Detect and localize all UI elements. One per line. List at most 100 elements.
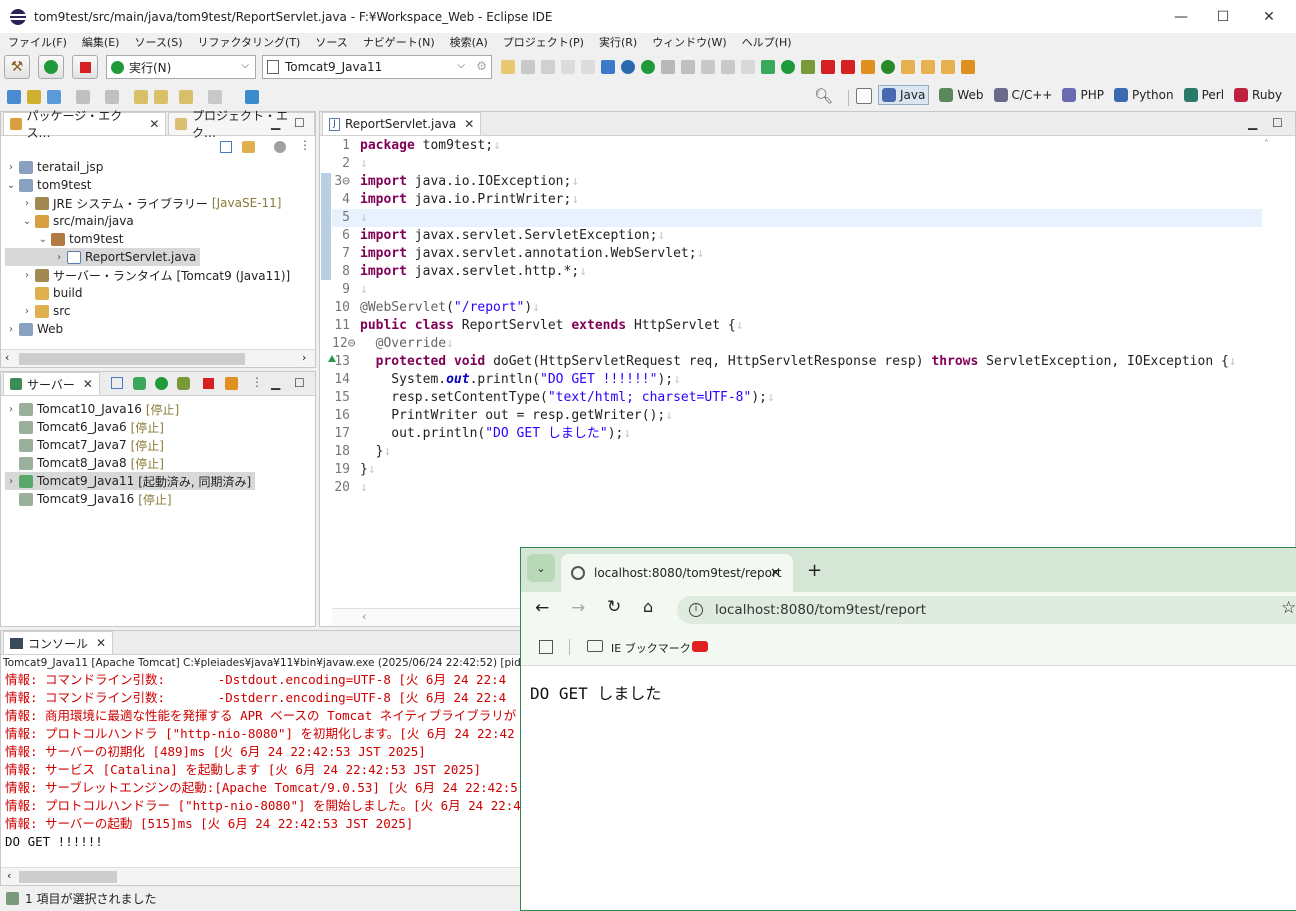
apps-grid-icon[interactable]: [539, 640, 553, 654]
back-icon[interactable]: [179, 89, 193, 104]
tab-package-explorer[interactable]: パッケージ・エクス… ✕: [3, 109, 167, 140]
chevron-icon[interactable]: ›: [5, 404, 17, 415]
tree-node[interactable]: ⌄ tom9test: [5, 176, 315, 194]
menu-item[interactable]: ナビゲート(N): [363, 34, 435, 50]
minimize-view-icon[interactable]: ▁: [271, 116, 280, 130]
menu-item[interactable]: 編集(E): [82, 34, 120, 50]
view-menu-icon[interactable]: ⋮: [299, 138, 311, 152]
chevron-icon[interactable]: ›: [53, 252, 65, 263]
chevron-icon[interactable]: ⌄: [21, 216, 33, 227]
tree-node[interactable]: › JRE システム・ライブラリー [JavaSE-11]: [5, 194, 315, 212]
toggle-icon[interactable]: [701, 60, 715, 74]
save-icon[interactable]: [521, 60, 535, 74]
scroll-left-icon[interactable]: ‹: [7, 869, 11, 882]
code-editor[interactable]: 1 package tom9test;↓ 2 ↓ 3⊖ import java.io.IO…: [332, 137, 1262, 497]
code-line[interactable]: 12⊖ @Override↓: [332, 335, 1262, 353]
mark-occurrences-icon[interactable]: [681, 60, 695, 74]
code-line[interactable]: 3⊖ import java.io.IOException;↓: [332, 173, 1262, 191]
power-icon[interactable]: [641, 60, 655, 74]
code-line[interactable]: 17 out.println("DO GET しました");↓: [332, 425, 1262, 443]
stop-server-icon[interactable]: [203, 378, 214, 389]
server-item[interactable]: › Tomcat9_Java11 [起動済み, 同期済み]: [5, 472, 256, 490]
code-line[interactable]: 5 ↓: [332, 209, 1262, 227]
code-line[interactable]: 16 PrintWriter out = resp.getWriter();↓: [332, 407, 1262, 425]
view-menu-icon[interactable]: ⋮: [251, 375, 263, 389]
tab-search-button[interactable]: ⌄: [527, 554, 555, 582]
server-item[interactable]: Tomcat9_Java16 [停止]: [5, 490, 315, 508]
scroll-right-icon[interactable]: ›: [302, 351, 306, 364]
link-editor-icon[interactable]: [242, 141, 255, 153]
scrollbar-thumb[interactable]: [19, 871, 117, 883]
code-line[interactable]: 14 System.out.println("DO GET !!!!!!");↓: [332, 371, 1262, 389]
close-button[interactable]: ✕: [1246, 0, 1292, 33]
tree-node[interactable]: › teratail_jsp: [5, 158, 315, 176]
code-line[interactable]: 11 public class ReportServlet extends Htt…: [332, 317, 1262, 335]
browser-tab[interactable]: localhost:8080/tom9test/report ✕: [561, 554, 793, 592]
close-icon[interactable]: ✕: [96, 636, 106, 650]
tab-reportservlet[interactable]: J ReportServlet.java ✕: [322, 112, 482, 135]
search-type-icon[interactable]: [661, 60, 675, 74]
menu-item[interactable]: リファクタリング(T): [197, 34, 300, 50]
menu-item[interactable]: ウィンドウ(W): [652, 34, 726, 50]
perspective-php[interactable]: PHP: [1062, 88, 1104, 102]
block-select-icon[interactable]: [721, 60, 735, 74]
home-icon[interactable]: ⌂: [643, 597, 653, 616]
perspective-java[interactable]: Java: [878, 85, 930, 105]
pin-editor-icon[interactable]: [245, 89, 259, 104]
pen-icon[interactable]: [961, 60, 975, 74]
code-line[interactable]: 9 ↓: [332, 281, 1262, 299]
filter-icon[interactable]: [274, 141, 286, 153]
collapse-all-icon[interactable]: [111, 377, 123, 389]
undo-icon[interactable]: [561, 60, 575, 74]
code-line[interactable]: 19}↓: [332, 461, 1262, 479]
address-bar[interactable]: i localhost:8080/tom9test/report: [677, 596, 1296, 624]
scroll-left-icon[interactable]: ‹: [5, 351, 9, 364]
new-class-icon[interactable]: [881, 60, 895, 74]
hammer-build-button[interactable]: ⚒: [4, 55, 30, 79]
menu-item[interactable]: ヘルプ(H): [742, 34, 792, 50]
minimize-button[interactable]: —: [1158, 0, 1204, 33]
server-item[interactable]: Tomcat6_Java6 [停止]: [5, 418, 315, 436]
annotation-icon[interactable]: [76, 89, 90, 104]
horizontal-scrollbar[interactable]: ‹ ›: [1, 349, 315, 367]
publish-icon[interactable]: [225, 377, 238, 390]
tree-node[interactable]: › ReportServlet.java: [5, 248, 201, 266]
maximize-view-icon[interactable]: ☐: [294, 116, 305, 130]
minimize-editor-icon[interactable]: ▁: [1248, 116, 1257, 130]
menu-item[interactable]: プロジェクト(P): [503, 34, 584, 50]
editor-vscrollbar[interactable]: ˄: [1263, 137, 1275, 607]
site-info-icon[interactable]: i: [689, 603, 703, 617]
code-line[interactable]: 18 }↓: [332, 443, 1262, 461]
scroll-left-icon[interactable]: ‹: [362, 610, 366, 623]
new-server-icon[interactable]: [27, 89, 41, 104]
save-all-icon[interactable]: [541, 60, 555, 74]
server-item[interactable]: › Tomcat10_Java16 [停止]: [5, 400, 315, 418]
perspective-python[interactable]: Python: [1113, 88, 1174, 102]
close-icon[interactable]: ✕: [149, 117, 159, 131]
console-hscrollbar[interactable]: ‹: [1, 867, 523, 885]
close-tab-icon[interactable]: ✕: [770, 566, 781, 581]
open-perspective-icon[interactable]: [856, 88, 872, 104]
menu-item[interactable]: 検索(A): [450, 34, 488, 50]
collapse-all-icon[interactable]: [220, 141, 232, 153]
tree-node[interactable]: › Web: [5, 320, 315, 338]
maximize-button[interactable]: ☐: [1200, 0, 1246, 33]
open-folder-2-icon[interactable]: [921, 60, 935, 74]
tab-console[interactable]: コンソール ✕: [3, 631, 114, 654]
stop-button[interactable]: [72, 55, 98, 79]
search-icon[interactable]: 🔍︎: [814, 87, 833, 105]
code-line[interactable]: 1 package tom9test;↓: [332, 137, 1262, 155]
minimize-view-icon[interactable]: ▁: [271, 376, 280, 390]
external-tools-icon[interactable]: [841, 60, 855, 74]
stop-server-icon[interactable]: [821, 60, 835, 74]
bookmark-star-icon[interactable]: ☆: [1281, 598, 1296, 618]
code-line[interactable]: 13 protected void doGet(HttpServletReque…: [332, 353, 1262, 371]
history-icon[interactable]: [105, 89, 119, 104]
perspective-cc[interactable]: C/C++: [993, 88, 1052, 102]
redo-icon[interactable]: [581, 60, 595, 74]
nav-forward-edit-icon[interactable]: [154, 89, 168, 104]
run-button[interactable]: [38, 55, 64, 79]
coverage-icon[interactable]: [801, 60, 815, 74]
close-icon[interactable]: ✕: [83, 377, 93, 391]
show-whitespace-icon[interactable]: [741, 60, 755, 74]
